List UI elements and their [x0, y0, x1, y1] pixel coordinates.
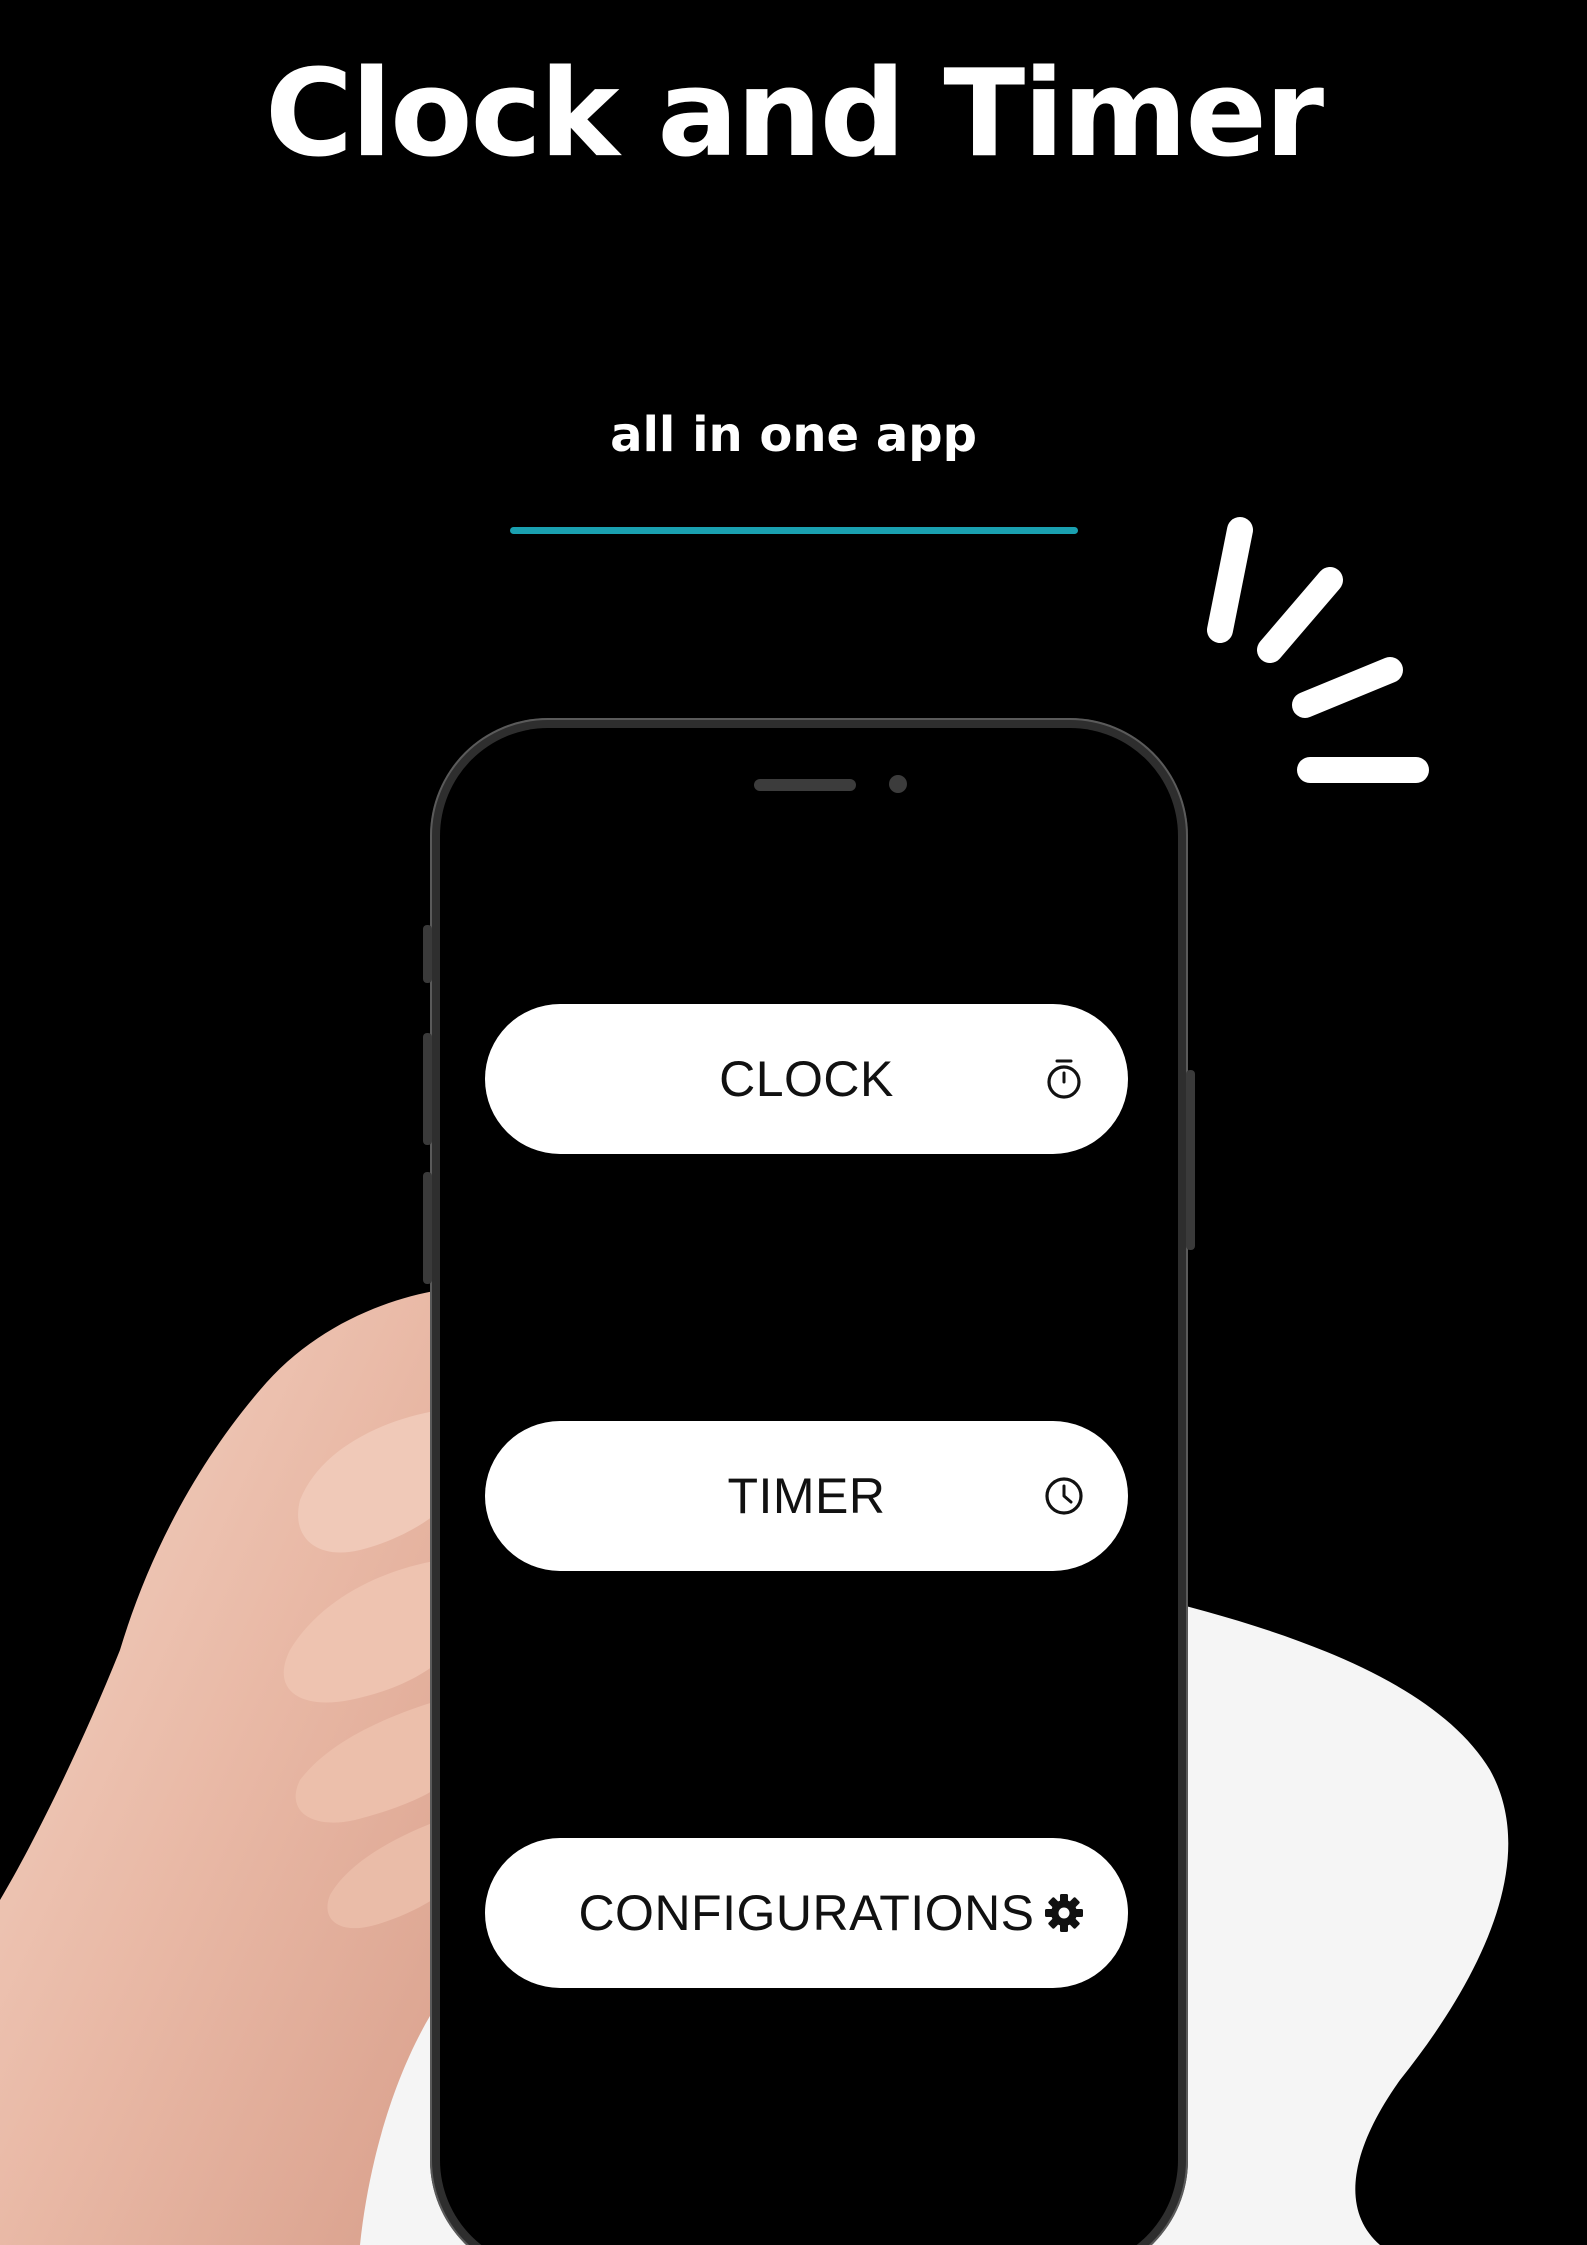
configurations-button-label: CONFIGURATIONS [578, 1885, 1035, 1941]
phone-camera [889, 775, 907, 793]
configurations-button[interactable]: CONFIGURATIONS [485, 1838, 1128, 1988]
phone-silent-switch [423, 925, 432, 983]
clock-icon [1045, 1477, 1083, 1515]
timer-button-label: TIMER [727, 1468, 886, 1524]
phone-volume-up-button [423, 1033, 432, 1145]
phone-power-button [1186, 1070, 1195, 1250]
clock-button[interactable]: CLOCK [485, 1004, 1128, 1154]
phone-volume-down-button [423, 1172, 432, 1284]
gear-icon [1045, 1894, 1083, 1932]
stopwatch-icon [1047, 1059, 1081, 1099]
promo-canvas: Clock and Timer all in one app CLOCK TIM… [0, 0, 1587, 2245]
timer-button[interactable]: TIMER [485, 1421, 1128, 1571]
clock-button-label: CLOCK [719, 1051, 894, 1107]
phone-speaker [754, 779, 856, 791]
